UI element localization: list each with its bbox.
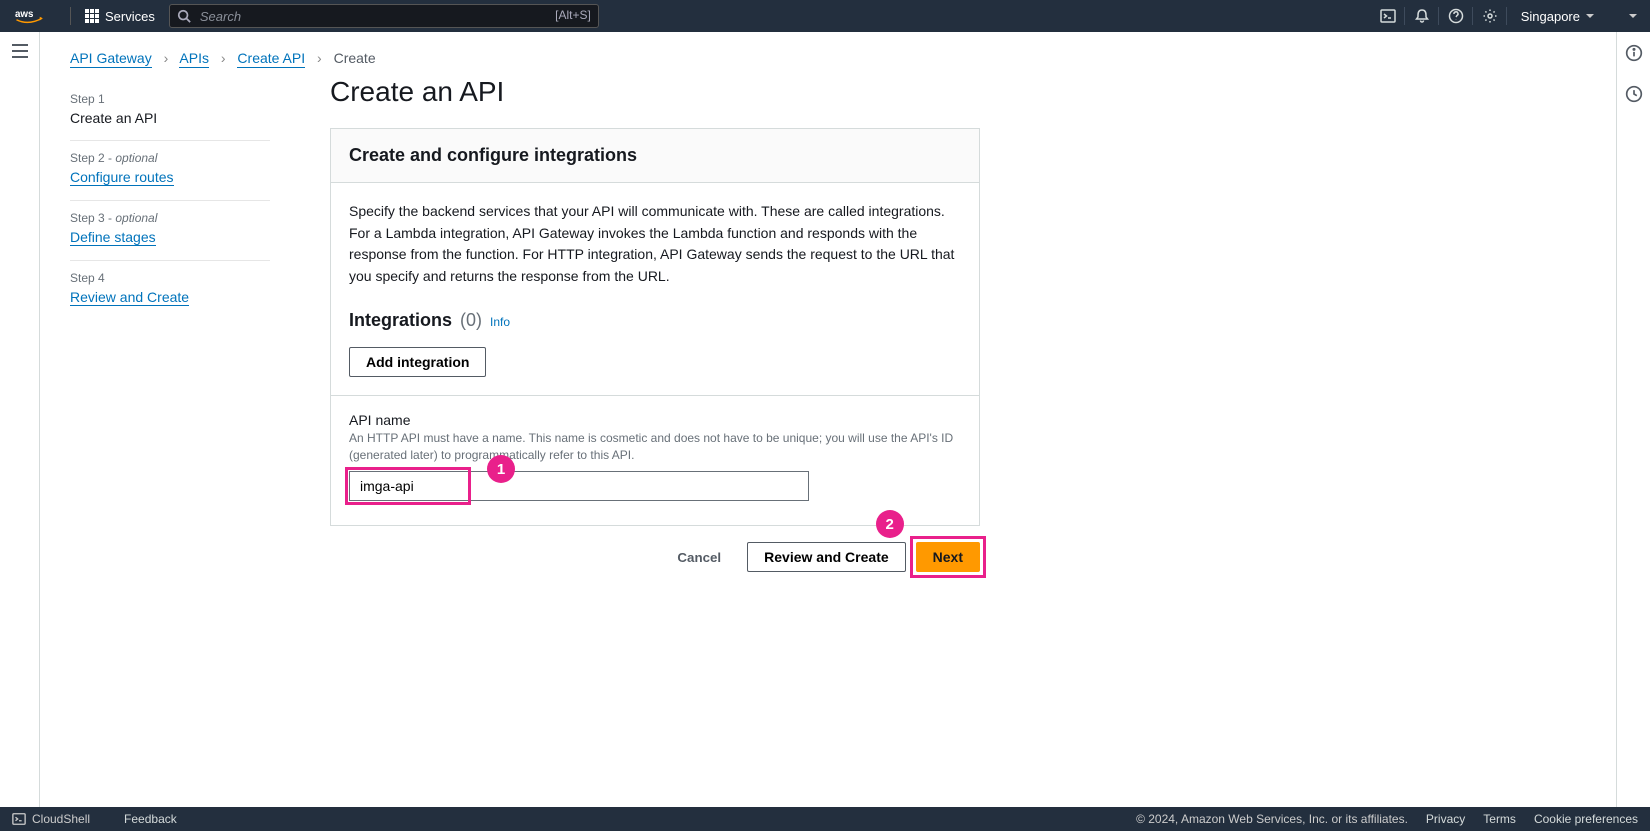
chevron-right-icon: › [213,50,234,66]
cloudshell-icon[interactable] [1371,0,1405,32]
step-link-define-stages[interactable]: Define stages [70,229,156,246]
search-input[interactable] [169,4,599,28]
panel-header: Create and configure integrations [331,129,979,183]
aws-logo[interactable]: aws [0,7,60,25]
step-link-configure-routes[interactable]: Configure routes [70,169,174,186]
region-label: Singapore [1521,9,1580,24]
api-name-hint: An HTTP API must have a name. This name … [349,430,961,464]
content: Create an API Create and configure integ… [330,76,980,572]
breadcrumb-apis[interactable]: APIs [179,50,209,68]
cookie-preferences-link[interactable]: Cookie preferences [1534,812,1638,826]
step-header: Step 2 - optional [70,151,270,165]
add-integration-button[interactable]: Add integration [349,347,486,377]
wizard-steps: Step 1 Create an API Step 2 - optional C… [70,76,270,572]
region-selector[interactable]: Singapore [1507,9,1608,24]
next-button[interactable]: Next [916,542,980,572]
cloudshell-link[interactable]: CloudShell [12,812,90,826]
breadcrumb: API Gateway › APIs › Create API › Create [40,32,1616,76]
step-1: Step 1 Create an API [70,82,270,141]
grid-icon [85,9,99,23]
search-shortcut: [Alt+S] [555,8,591,22]
chevron-down-icon [1586,14,1594,18]
panel-description: Specify the backend services that your A… [349,201,961,288]
chevron-down-icon [1629,14,1637,18]
bell-icon[interactable] [1405,0,1439,32]
gear-icon[interactable] [1473,0,1507,32]
info-link[interactable]: Info [490,315,510,329]
actions-row: Cancel Review and Create Next 2 [330,542,980,572]
account-menu[interactable] [1616,14,1650,18]
integrations-count: (0) [460,310,482,331]
api-name-input[interactable] [349,471,809,501]
services-label: Services [105,9,155,24]
breadcrumb-current: Create [334,50,376,66]
svg-text:aws: aws [15,9,34,20]
breadcrumb-create-api[interactable]: Create API [237,50,305,68]
page-title: Create an API [330,76,980,108]
right-gutter [1616,32,1650,807]
left-gutter [0,32,40,807]
annotation-badge-2: 2 [876,510,904,538]
integrations-panel: Create and configure integrations Specif… [330,128,980,526]
integrations-heading: Integrations (0) Info [349,310,961,331]
step-current-label: Create an API [70,110,270,126]
api-name-section: API name An HTTP API must have a name. T… [331,395,979,526]
breadcrumb-api-gateway[interactable]: API Gateway [70,50,152,68]
step-header: Step 3 - optional [70,211,270,225]
footer: CloudShell Feedback © 2024, Amazon Web S… [0,807,1650,831]
step-header: Step 4 [70,271,270,285]
privacy-link[interactable]: Privacy [1426,812,1465,826]
top-nav: aws Services [Alt+S] Singapore [0,0,1650,32]
main: API Gateway › APIs › Create API › Create… [40,32,1616,807]
chevron-right-icon: › [309,50,330,66]
help-icon[interactable] [1439,0,1473,32]
feedback-link[interactable]: Feedback [124,812,177,826]
step-4: Step 4 Review and Create [70,261,270,320]
terms-link[interactable]: Terms [1483,812,1516,826]
info-panel-icon[interactable] [1625,44,1643,65]
review-and-create-button[interactable]: Review and Create [747,542,906,572]
copyright: © 2024, Amazon Web Services, Inc. or its… [1136,812,1408,826]
step-2: Step 2 - optional Configure routes [70,141,270,201]
api-name-label: API name [349,412,961,428]
top-icons: Singapore [1371,0,1616,32]
cancel-button[interactable]: Cancel [661,542,737,572]
step-header: Step 1 [70,92,270,106]
step-3: Step 3 - optional Define stages [70,201,270,261]
history-icon[interactable] [1625,85,1643,106]
hamburger-icon[interactable] [12,44,28,61]
services-menu[interactable]: Services [81,9,159,24]
chevron-right-icon: › [156,50,177,66]
step-link-review-create[interactable]: Review and Create [70,289,189,306]
search-wrap: [Alt+S] [169,4,599,28]
